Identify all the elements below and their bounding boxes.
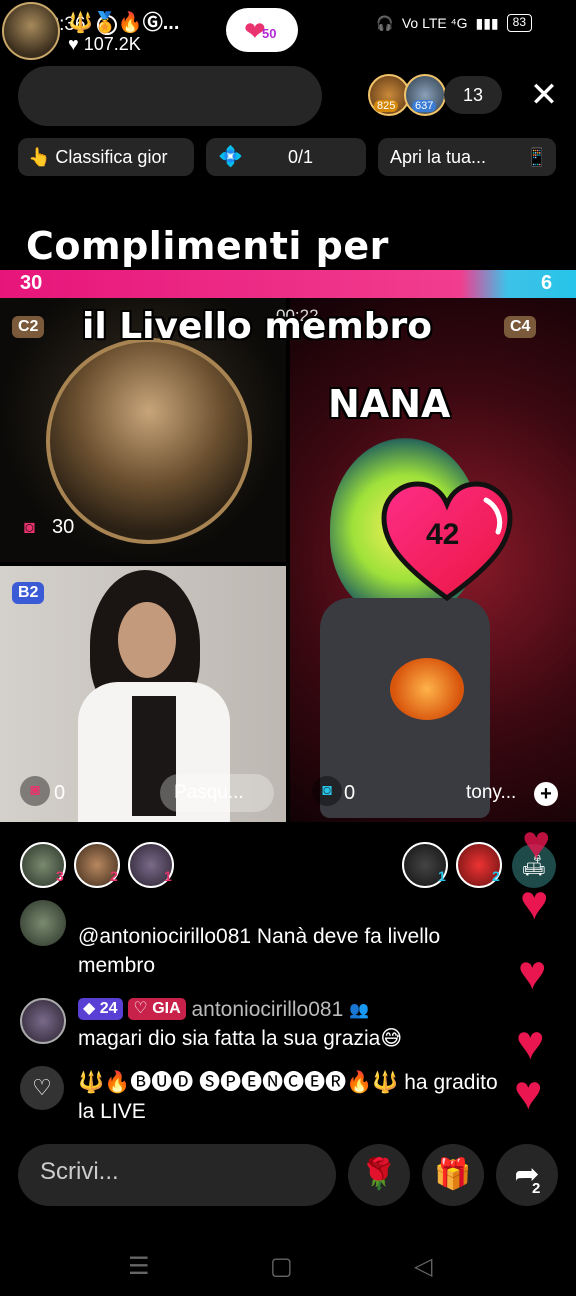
floating-heart-icon: ♥ — [516, 1017, 545, 1070]
viewer-badge: 825 — [374, 100, 399, 112]
host-name: 🔱🏅🔥Ⓖ... — [68, 12, 180, 34]
chat-message-2: magari dio sia fatta la sua grazia😅 — [78, 1027, 403, 1050]
congrats-text: Complimenti per — [26, 224, 389, 268]
level-text: il Livello membro — [82, 306, 433, 347]
guest-name-3: Pasqu... — [174, 782, 244, 803]
level-badge: ◆ 24 — [78, 998, 123, 1021]
camera-icon: ◙ — [24, 517, 35, 537]
gifter-rank: 1 — [438, 868, 446, 884]
gifter-rank: 2 — [492, 868, 500, 884]
tile-badge-2: C4 — [504, 316, 537, 338]
task-progress: 0/1 — [288, 147, 314, 167]
chat-avatar[interactable] — [20, 900, 66, 946]
open-label: Apri la tua... — [390, 147, 487, 167]
guest-name-4: tony... — [466, 782, 517, 803]
battery-icon: 83 — [506, 14, 532, 32]
chat-username[interactable]: antoniocirillo081 — [191, 998, 343, 1021]
chat-avatar[interactable] — [20, 998, 66, 1044]
level-value: 24 — [99, 1000, 118, 1018]
guest-face — [118, 602, 176, 678]
tile-count-4: 0 — [344, 782, 356, 804]
chat-message-3: 🔱🔥🅑🅤🅓 🅢🅟🅔🅝🅒🅔🅡🔥🔱 ha gradito la LIVE — [78, 1071, 498, 1123]
network-label: Vo LTE ⁴G — [401, 15, 468, 31]
system-nav-bar: ☰ ▢ ◁ — [0, 1236, 576, 1296]
task-icon: 💠 — [218, 146, 243, 168]
share-button[interactable]: ➦ — [496, 1144, 558, 1206]
phone-icon: 📱 — [525, 147, 548, 167]
gifter-rank: 3 — [56, 868, 64, 884]
follow-count: 50 — [262, 26, 277, 41]
pk-left-score: 30 — [20, 272, 43, 294]
user-icon: 👥 — [349, 1002, 370, 1019]
group-value: GIA — [152, 1000, 181, 1018]
pk-right-score: 6 — [541, 272, 553, 294]
menu-icon[interactable]: ☰ — [128, 1252, 150, 1281]
add-icon[interactable]: + — [534, 782, 558, 806]
tile-count-1: 30 — [52, 516, 75, 538]
gifter-rank: 2 — [110, 868, 118, 884]
gift-button[interactable]: 🎁 — [422, 1144, 484, 1206]
floating-heart-icon: ♥ — [514, 1067, 543, 1120]
ranking-label: 👆 Classifica gior — [28, 147, 168, 167]
floating-heart-icon: ♥ — [522, 817, 551, 870]
ranking-pill[interactable]: 👆 Classifica gior — [18, 138, 194, 176]
nana-text: NANA — [328, 382, 451, 426]
share-count: 2 — [532, 1180, 541, 1197]
tile-badge-1: C2 — [12, 316, 45, 338]
comment-placeholder: Scrivi... — [40, 1158, 119, 1185]
back-icon[interactable]: ◁ — [414, 1252, 432, 1281]
floating-heart-icon: ♥ — [520, 877, 549, 930]
camera-icon: ◙ — [312, 776, 342, 806]
camera-icon: ◙ — [20, 776, 50, 806]
chat-message-1: @antoniocirillo081 Nanà deve fa livello … — [78, 925, 441, 977]
status-icons: 🎧 Vo LTE ⁴G ▮▮▮ 83 — [376, 14, 532, 32]
signal-icon: ▮▮▮ — [475, 14, 499, 31]
task-pill[interactable]: 💠 0/1 — [206, 138, 366, 176]
heart-score: 42 — [426, 518, 460, 551]
rose-gift-button[interactable]: 🌹 — [348, 1144, 410, 1206]
group-badge: ♡ GIA — [128, 998, 186, 1021]
floating-heart-icon: ♥ — [518, 947, 547, 1000]
host-likes: ♥ 107.2K — [68, 34, 141, 54]
open-pill[interactable]: Apri la tua... 📱 — [378, 138, 556, 176]
pumpkin — [390, 658, 464, 720]
viewer-count[interactable]: 13 — [444, 76, 502, 114]
guest-avatar-1 — [46, 338, 252, 544]
home-icon[interactable]: ▢ — [270, 1252, 293, 1281]
host-card[interactable] — [18, 66, 322, 126]
heart-button[interactable]: ♡ — [20, 1066, 64, 1110]
headphones-icon: 🎧 — [376, 14, 394, 31]
viewer-badge: 637 — [412, 100, 437, 112]
host-avatar[interactable] — [2, 2, 60, 60]
tile-badge-3: B2 — [12, 582, 45, 604]
tile-count-3: 0 — [54, 782, 66, 804]
close-icon[interactable]: ✕ — [526, 76, 562, 114]
gifter-rank: 1 — [164, 868, 172, 884]
pk-progress-bar — [0, 270, 576, 298]
chat-message-2-header: ◆ 24 ♡ GIA antoniocirillo081 👥 — [78, 994, 518, 1025]
